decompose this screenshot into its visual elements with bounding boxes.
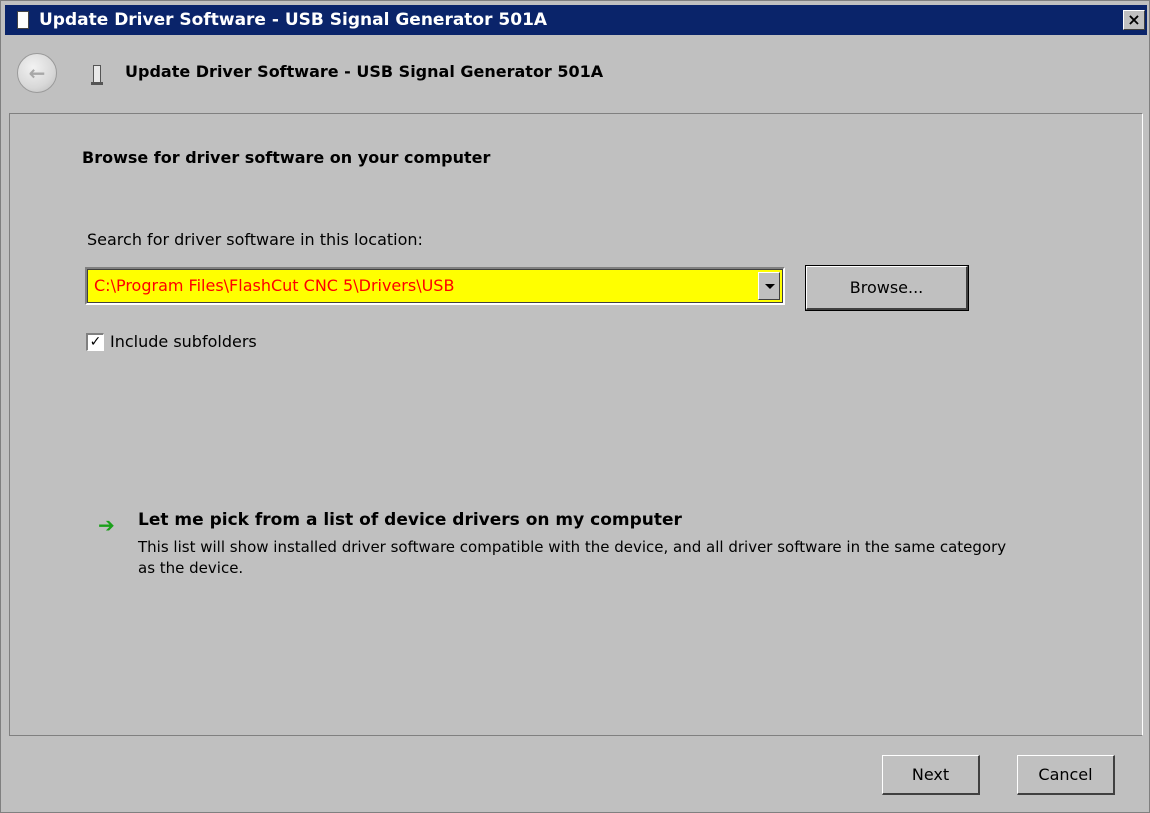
update-driver-window: Update Driver Software - USB Signal Gene… [0,0,1150,813]
close-button[interactable]: × [1123,10,1145,30]
driver-path-value[interactable]: C:\Program Files\FlashCut CNC 5\Drivers\… [94,276,454,295]
page-heading: Browse for driver software on your compu… [82,148,491,167]
back-arrow-icon: ← [28,61,46,85]
browse-button-label: Browse... [849,278,924,297]
search-location-label: Search for driver software in this locat… [87,230,423,249]
title-bar: Update Driver Software - USB Signal Gene… [5,5,1147,35]
pick-from-list-link[interactable]: Let me pick from a list of device driver… [138,510,682,530]
back-button[interactable]: ← [17,53,57,93]
window-device-icon [17,11,29,29]
nav-header: ← Update Driver Software - USB Signal Ge… [5,35,1147,113]
include-subfolders-checkbox[interactable]: ✓ [86,332,104,351]
cancel-button[interactable]: Cancel [1017,755,1115,795]
nav-title: Update Driver Software - USB Signal Gene… [125,62,604,81]
window-title: Update Driver Software - USB Signal Gene… [39,10,548,30]
pick-from-list-description: This list will show installed driver sof… [138,538,1007,577]
driver-path-combobox[interactable]: C:\Program Files\FlashCut CNC 5\Drivers\… [85,267,785,305]
next-button-label: Next [911,765,950,784]
checkmark-icon: ✓ [89,334,102,350]
browse-button[interactable]: Browse... [805,265,969,311]
include-subfolders-label[interactable]: Include subfolders [110,332,257,351]
device-icon [91,65,103,85]
include-subfolders-row[interactable]: ✓ Include subfolders [86,332,257,351]
wizard-content: Browse for driver software on your compu… [9,113,1143,736]
combobox-dropdown-button[interactable] [758,272,780,300]
cancel-button-label: Cancel [1038,765,1093,784]
next-button[interactable]: Next [882,755,980,795]
green-arrow-icon: ➔ [98,513,115,537]
